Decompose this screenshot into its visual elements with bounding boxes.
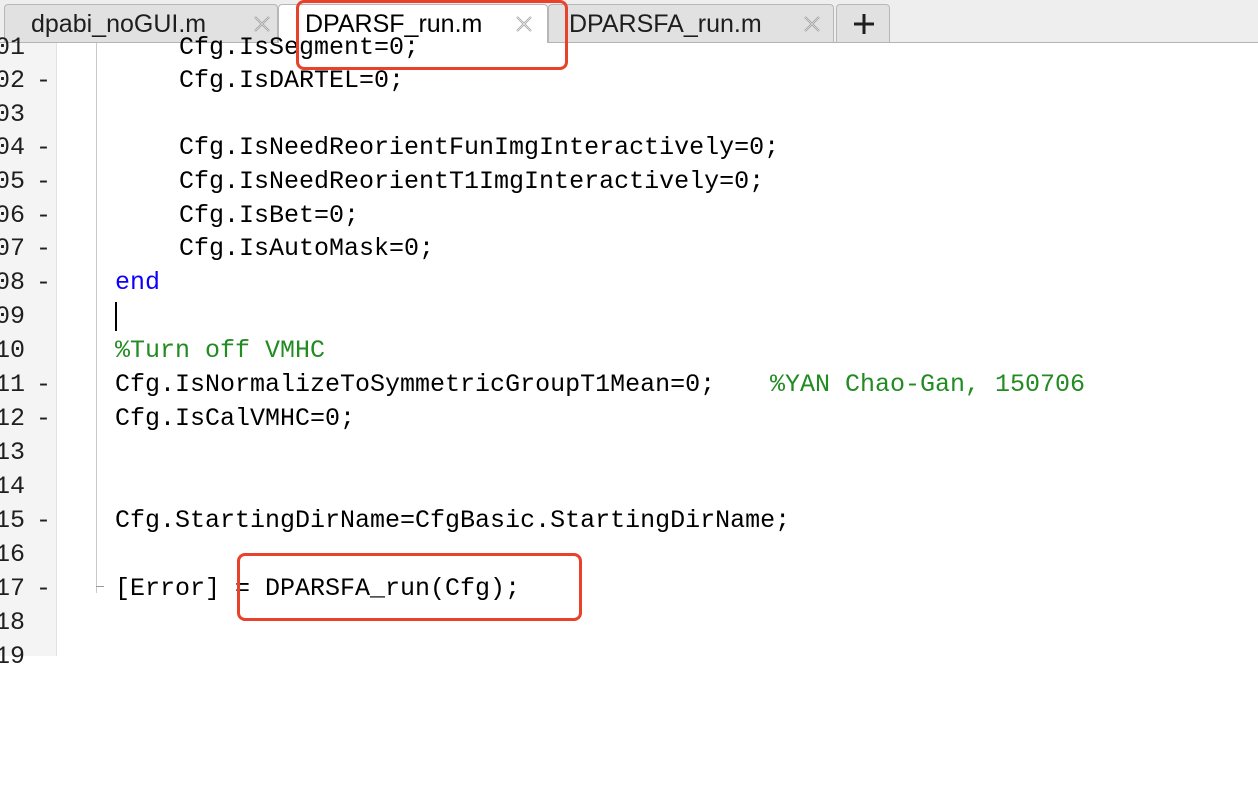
code-line: 07 - Cfg.IsAutoMask=0; — [0, 232, 1258, 266]
code-line: 01 Cfg.IsSegment=0; — [0, 31, 1258, 65]
code-line: 06 - Cfg.IsBet=0; — [0, 199, 1258, 233]
code-line: 03 — [0, 98, 1258, 132]
breakpoint-dash[interactable]: - — [36, 131, 51, 165]
highlight-box-function-call — [237, 553, 582, 621]
line-number: 14 — [0, 472, 26, 501]
code-line: 16 — [0, 538, 1258, 572]
line-number: 17 — [0, 574, 26, 603]
line-number: 07 — [0, 234, 26, 263]
breakpoint-dash[interactable]: - — [36, 232, 51, 266]
line-number: 01 — [0, 33, 26, 62]
line-number: 04 — [0, 133, 26, 162]
line-number: 16 — [0, 540, 26, 569]
code-comment: %Turn off VMHC — [115, 336, 326, 365]
code-text: Cfg.StartingDirName=CfgBasic.StartingDir… — [115, 506, 791, 535]
breakpoint-dash[interactable]: - — [36, 368, 51, 402]
line-number: 12 — [0, 404, 26, 433]
line-number: 15 — [0, 506, 26, 535]
code-text: Cfg.IsNormalizeToSymmetricGroupT1Mean=0; — [115, 370, 716, 399]
line-number: 19 — [0, 642, 26, 671]
code-text: Cfg.IsBet=0; — [179, 201, 360, 230]
line-number: 09 — [0, 302, 26, 331]
breakpoint-dash[interactable]: - — [36, 165, 51, 199]
keyword-end: end — [115, 268, 161, 297]
text-cursor — [115, 302, 117, 331]
code-text: Cfg.IsNeedReorientFunImgInteractively=0; — [179, 133, 780, 162]
code-line: 13 — [0, 436, 1258, 470]
line-number: 03 — [0, 100, 26, 129]
code-line: 08 - end — [0, 266, 1258, 300]
code-line: 18 — [0, 606, 1258, 640]
inline-comment: %YAN Chao-Gan, 150706 — [770, 370, 1086, 399]
breakpoint-dash[interactable]: - — [36, 199, 51, 233]
breakpoint-dash[interactable]: - — [36, 64, 51, 98]
code-text: Cfg.IsAutoMask=0; — [179, 234, 435, 263]
line-number: 13 — [0, 438, 26, 467]
line-number: 06 — [0, 201, 26, 230]
code-line: 19 — [0, 640, 1258, 674]
code-text: Cfg.IsNeedReorientT1ImgInteractively=0; — [179, 167, 765, 196]
code-line: 02 - Cfg.IsDARTEL=0; — [0, 64, 1258, 98]
code-line: 12 - Cfg.IsCalVMHC=0; — [0, 402, 1258, 436]
line-number: 05 — [0, 167, 26, 196]
code-line: 04 - Cfg.IsNeedReorientFunImgInteractive… — [0, 131, 1258, 165]
code-line: 05 - Cfg.IsNeedReorientT1ImgInteractivel… — [0, 165, 1258, 199]
breakpoint-dash[interactable]: - — [36, 572, 51, 606]
line-number: 08 — [0, 268, 26, 297]
breakpoint-dash[interactable]: - — [36, 402, 51, 436]
line-number: 11 — [0, 370, 26, 399]
highlight-box-active-tab — [296, 0, 568, 70]
code-line: 09 — [0, 300, 1258, 334]
code-line: 15 - Cfg.StartingDirName=CfgBasic.Starti… — [0, 504, 1258, 538]
line-number: 02 — [0, 66, 26, 95]
line-number: 18 — [0, 608, 26, 637]
breakpoint-dash[interactable]: - — [36, 504, 51, 538]
code-line: 14 — [0, 470, 1258, 504]
code-line: 11 - Cfg.IsNormalizeToSymmetricGroupT1Me… — [0, 368, 1258, 402]
line-number: 10 — [0, 336, 26, 365]
breakpoint-dash[interactable]: - — [36, 266, 51, 300]
code-line: 17 - [Error] = DPARSFA_run(Cfg); — [0, 572, 1258, 606]
code-text: Cfg.IsCalVMHC=0; — [115, 404, 356, 433]
code-line: 10 %Turn off VMHC — [0, 334, 1258, 368]
